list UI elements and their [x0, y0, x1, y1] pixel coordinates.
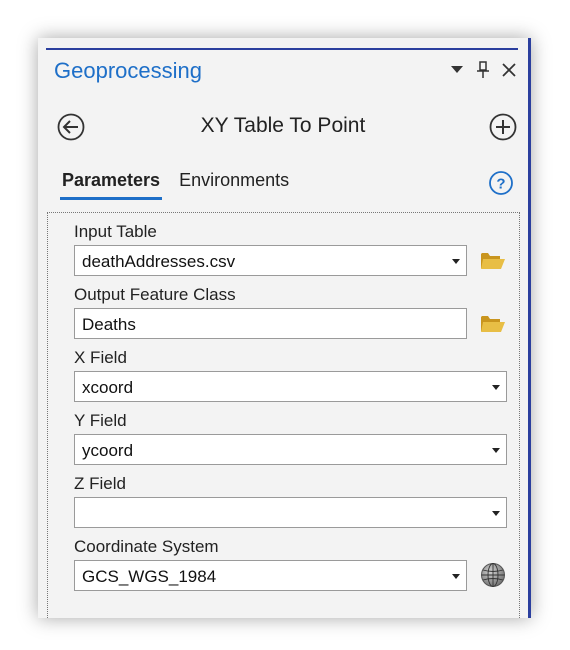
- chevron-down-icon[interactable]: [492, 385, 500, 390]
- pane-titlebar: Geoprocessing: [38, 50, 528, 96]
- input-table-value: deathAddresses.csv: [82, 252, 236, 271]
- geoprocessing-pane: Geoprocessing XY Table To Point Paramete…: [38, 38, 531, 618]
- tool-header: XY Table To Point: [38, 108, 528, 148]
- add-plus-icon[interactable]: [488, 112, 518, 142]
- pin-icon[interactable]: [474, 60, 492, 80]
- z-field-group: Z Field: [74, 473, 507, 528]
- chevron-down-icon[interactable]: [452, 574, 460, 579]
- tool-title: XY Table To Point: [200, 114, 366, 137]
- pane-title: Geoprocessing: [54, 58, 202, 83]
- input-table-label: Input Table: [74, 222, 157, 241]
- output-feature-class-label: Output Feature Class: [74, 285, 236, 304]
- z-field-dropdown[interactable]: [74, 497, 507, 528]
- z-field-label: Z Field: [74, 474, 126, 493]
- globe-icon[interactable]: [480, 562, 506, 588]
- parameters-panel: Input Table deathAddresses.csv Output Fe…: [47, 212, 520, 618]
- coordinate-system-value: GCS_WGS_1984: [82, 567, 217, 586]
- chevron-down-icon[interactable]: [492, 511, 500, 516]
- folder-browse-icon[interactable]: [480, 249, 506, 271]
- folder-browse-icon[interactable]: [480, 312, 506, 334]
- x-field-value: xcoord: [82, 378, 134, 397]
- help-question-icon[interactable]: ?: [488, 170, 514, 196]
- x-field-dropdown[interactable]: xcoord: [74, 371, 507, 402]
- svg-text:?: ?: [496, 176, 505, 193]
- output-feature-class-group: Output Feature Class Deaths: [74, 284, 467, 339]
- titlebar-controls: [448, 60, 518, 80]
- coordinate-system-group: Coordinate System GCS_WGS_1984: [74, 536, 467, 591]
- x-field-group: X Field xcoord: [74, 347, 507, 402]
- tool-tabs: Parameters Environments: [60, 168, 291, 200]
- menu-caret-icon[interactable]: [448, 60, 466, 80]
- y-field-group: Y Field ycoord: [74, 410, 507, 465]
- chevron-down-icon[interactable]: [492, 448, 500, 453]
- close-icon[interactable]: [500, 60, 518, 80]
- output-feature-class-value: Deaths: [82, 315, 136, 334]
- x-field-label: X Field: [74, 348, 127, 367]
- tab-environments[interactable]: Environments: [177, 168, 291, 200]
- input-table-dropdown[interactable]: deathAddresses.csv: [74, 245, 467, 276]
- y-field-label: Y Field: [74, 411, 127, 430]
- chevron-down-icon[interactable]: [452, 259, 460, 264]
- output-feature-class-input[interactable]: Deaths: [74, 308, 467, 339]
- coordinate-system-dropdown[interactable]: GCS_WGS_1984: [74, 560, 467, 591]
- tab-parameters[interactable]: Parameters: [60, 168, 163, 200]
- y-field-value: ycoord: [82, 441, 134, 460]
- input-table-group: Input Table deathAddresses.csv: [74, 221, 467, 276]
- y-field-dropdown[interactable]: ycoord: [74, 434, 507, 465]
- coordinate-system-label: Coordinate System: [74, 537, 219, 556]
